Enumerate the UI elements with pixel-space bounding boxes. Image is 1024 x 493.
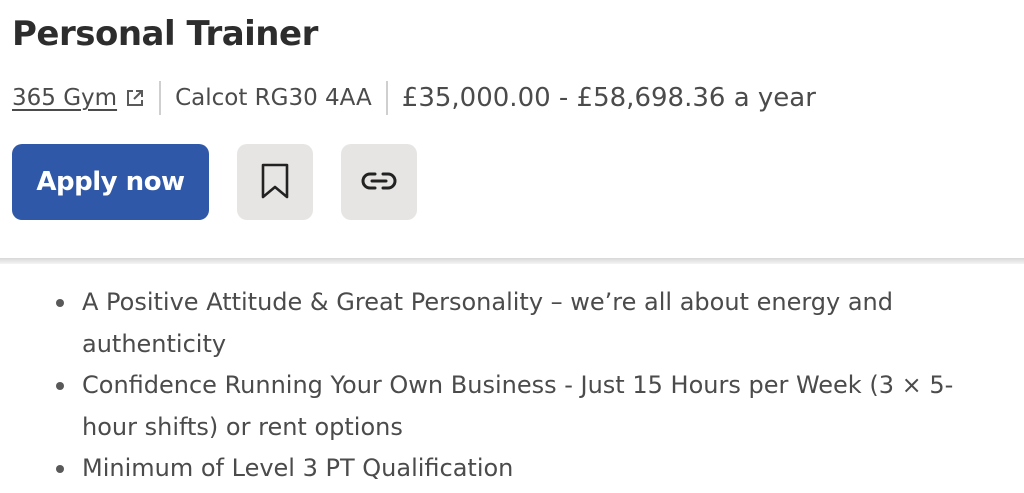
meta-separator <box>159 81 162 115</box>
bullet-icon <box>56 299 64 307</box>
list-item: Confidence Running Your Own Business - J… <box>50 365 1004 448</box>
bullet-icon <box>56 465 64 473</box>
bookmark-icon <box>260 163 290 202</box>
bullet-icon <box>56 382 64 390</box>
job-actions: Apply now <box>12 144 1012 220</box>
job-salary: £35,000.00 - £58,698.36 a year <box>401 83 816 113</box>
company-name: 365 Gym <box>12 85 118 111</box>
meta-separator <box>385 81 388 115</box>
job-description: A Positive Attitude & Great Personality … <box>0 264 1024 490</box>
list-item: A Positive Attitude & Great Personality … <box>50 282 1004 365</box>
list-item: Minimum of Level 3 PT Qualification <box>50 448 1004 490</box>
company-link[interactable]: 365 Gym <box>12 85 145 111</box>
job-header: Personal Trainer 365 Gym Calcot RG30 4AA… <box>0 0 1024 258</box>
apply-now-button[interactable]: Apply now <box>12 144 209 220</box>
link-icon <box>361 171 397 194</box>
job-title: Personal Trainer <box>12 14 318 54</box>
requirements-list: A Positive Attitude & Great Personality … <box>50 282 1004 490</box>
copy-link-button[interactable] <box>341 144 417 220</box>
job-location: Calcot RG30 4AA <box>175 85 372 111</box>
save-job-button[interactable] <box>237 144 313 220</box>
external-link-icon <box>125 88 145 108</box>
job-meta-row: 365 Gym Calcot RG30 4AA £35,000.00 - £58… <box>12 78 1012 118</box>
